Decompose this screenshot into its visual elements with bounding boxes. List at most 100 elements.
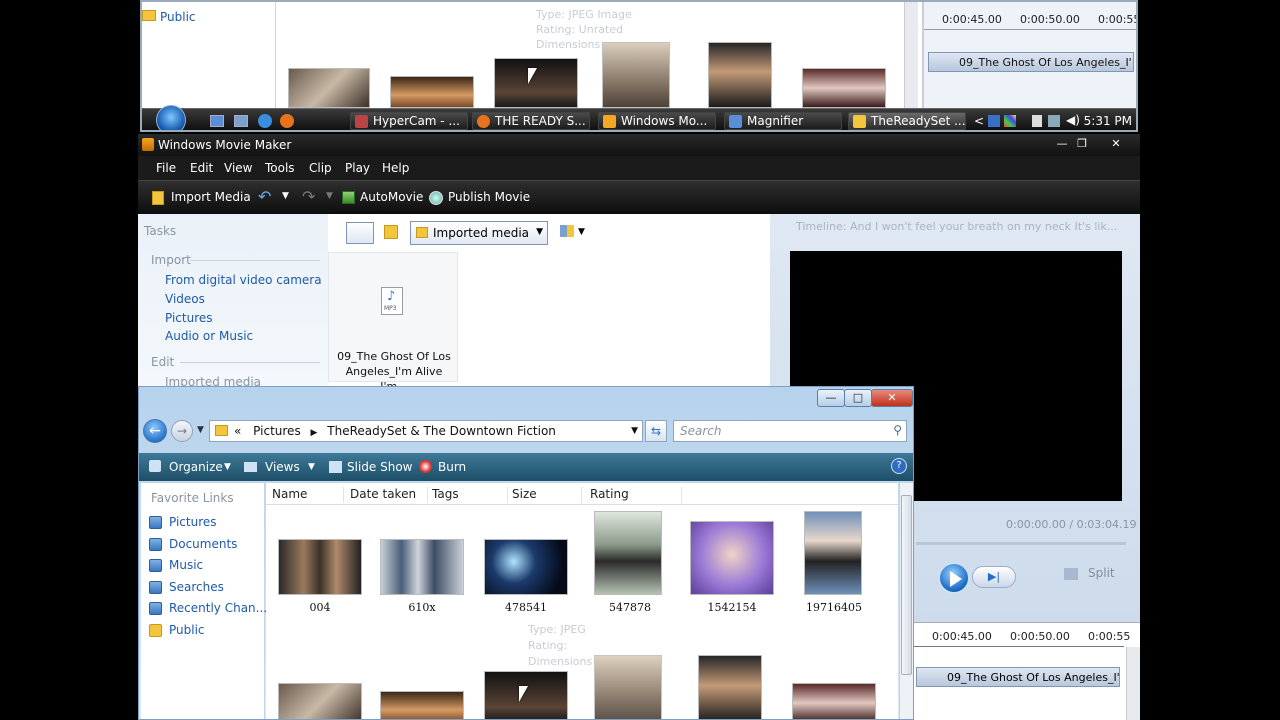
forward-button[interactable]: → [171, 420, 193, 442]
timeline-audio-clip[interactable]: 09_The Ghost Of Los Angeles_I' [928, 52, 1134, 72]
photo-thumbnail[interactable] [602, 42, 670, 108]
timeline-scrollbar[interactable] [1126, 647, 1140, 720]
minimize-button[interactable]: — [817, 389, 845, 407]
firefox-icon[interactable] [280, 114, 294, 128]
photo-thumbnail[interactable] [278, 539, 362, 595]
organize-dropdown-icon[interactable]: ▼ [224, 462, 231, 472]
nav-item-searches[interactable]: Searches [149, 580, 224, 594]
maximize-button[interactable]: ❐ [1068, 136, 1096, 152]
next-frame-button[interactable]: ▶| [972, 566, 1016, 588]
start-orb-icon[interactable] [156, 105, 186, 130]
column-header-name[interactable]: Name [272, 487, 344, 503]
import-media-button[interactable]: Import Media [171, 190, 251, 204]
breadcrumb-separator-icon[interactable]: ▶ [311, 428, 318, 438]
collection-dropdown[interactable]: Imported media ▼ [410, 221, 548, 245]
address-bar[interactable]: « Pictures ▶ TheReadySet & The Downtown … [209, 420, 643, 442]
photo-thumbnail[interactable] [792, 683, 876, 719]
menu-tools[interactable]: Tools [265, 161, 295, 175]
refresh-button[interactable]: ⇆ [645, 420, 667, 442]
nav-item-music[interactable]: Music [149, 558, 203, 572]
menu-view[interactable]: View [224, 161, 252, 175]
tray-expand-icon[interactable]: < [974, 114, 984, 128]
timeline-audio-clip[interactable]: 09_The Ghost Of Los Angeles_I'r [916, 667, 1120, 687]
switch-windows-icon[interactable] [234, 115, 248, 127]
address-dropdown-icon[interactable]: ▼ [631, 426, 638, 436]
help-icon[interactable]: ? [891, 458, 907, 474]
back-button[interactable]: ← [143, 419, 167, 443]
history-dropdown-icon[interactable]: ▼ [197, 425, 204, 435]
column-header-tags[interactable]: Tags [432, 487, 508, 503]
collections-folder-icon[interactable] [384, 225, 398, 239]
task-link-pictures[interactable]: Pictures [165, 311, 213, 325]
undo-dropdown-icon[interactable]: ▼ [282, 191, 289, 201]
automovie-button[interactable]: AutoMovie [360, 190, 423, 204]
column-header-date-taken[interactable]: Date taken [350, 487, 428, 503]
views-dropdown-icon[interactable]: ▼ [308, 462, 315, 472]
task-link-audio-music[interactable]: Audio or Music [165, 329, 253, 343]
scrollbar-thumb[interactable] [901, 495, 912, 675]
search-input[interactable]: Search ⚲ [673, 420, 907, 442]
menu-file[interactable]: File [156, 161, 176, 175]
tray-battery-icon[interactable] [1032, 115, 1042, 127]
split-button[interactable]: Split [1088, 566, 1115, 580]
views-button[interactable]: Views [265, 460, 300, 474]
show-desktop-icon[interactable] [210, 115, 224, 127]
taskbar-button-magnifier[interactable]: Magnifier [724, 112, 842, 130]
views-dropdown-icon[interactable]: ▼ [578, 227, 585, 237]
photo-thumbnail[interactable] [380, 691, 464, 719]
photo-thumbnail[interactable] [288, 68, 370, 108]
menu-play[interactable]: Play [345, 161, 370, 175]
photo-thumbnail[interactable] [380, 539, 464, 595]
nav-item-public[interactable]: Public [160, 10, 196, 24]
photo-thumbnail[interactable] [594, 511, 662, 595]
photo-thumbnail[interactable] [802, 68, 886, 108]
internet-explorer-icon[interactable] [258, 114, 272, 128]
task-link-videos[interactable]: Videos [165, 292, 205, 306]
taskbar-button-folder[interactable]: TheReadySet ... [848, 112, 966, 130]
breadcrumb-current-folder[interactable]: TheReadySet & The Downtown Fiction [327, 424, 556, 438]
seek-bar[interactable] [916, 542, 1126, 545]
photo-thumbnail[interactable] [278, 683, 362, 719]
menu-help[interactable]: Help [382, 161, 409, 175]
taskbar-button-hypercam[interactable]: HyperCam - ... [350, 112, 468, 130]
close-button[interactable]: ✕ [871, 389, 913, 407]
column-header-size[interactable]: Size [512, 487, 582, 503]
address-overflow-chevron[interactable]: « [234, 424, 241, 438]
photo-thumbnail[interactable] [804, 511, 862, 595]
play-button[interactable] [938, 562, 970, 594]
photo-thumbnail[interactable] [484, 539, 568, 595]
tray-app-icon[interactable] [1004, 115, 1016, 127]
tray-clock[interactable]: 5:31 PM [1084, 114, 1132, 128]
task-link-digital-video-camera[interactable]: From digital video camera [165, 273, 322, 287]
redo-dropdown-icon[interactable]: ▼ [326, 191, 333, 201]
taskbar-button-firefox[interactable]: THE READY S... [472, 112, 590, 130]
maximize-button[interactable]: □ [844, 389, 872, 407]
undo-icon[interactable]: ↶ [258, 187, 271, 206]
nav-item-public[interactable]: Public [149, 623, 205, 637]
menu-clip[interactable]: Clip [309, 161, 332, 175]
publish-movie-button[interactable]: Publish Movie [448, 190, 530, 204]
photo-thumbnail[interactable] [594, 655, 662, 719]
taskbar-button-movie-maker[interactable]: Windows Mo... [598, 112, 716, 130]
tray-network-icon[interactable] [1048, 115, 1060, 127]
tray-volume-icon[interactable]: ◀) [1066, 113, 1080, 127]
file-list-scrollbar[interactable] [899, 483, 913, 719]
redo-icon[interactable]: ↷ [302, 187, 315, 206]
organize-button[interactable]: Organize [169, 460, 223, 474]
column-header-rating[interactable]: Rating [590, 487, 682, 503]
photo-thumbnail[interactable] [390, 76, 474, 108]
window-title-bar[interactable]: Windows Movie Maker — ❐ ✕ [138, 134, 1140, 156]
slide-show-button[interactable]: Slide Show [347, 460, 412, 474]
search-icon[interactable]: ⚲ [893, 423, 902, 437]
photo-thumbnail[interactable] [690, 521, 774, 595]
nav-item-documents[interactable]: Documents [149, 537, 237, 551]
menu-edit[interactable]: Edit [190, 161, 213, 175]
top-scrollbar[interactable] [904, 2, 918, 112]
photo-thumbnail[interactable] [698, 655, 762, 719]
close-button[interactable]: ✕ [1102, 136, 1130, 152]
views-icon[interactable] [560, 225, 574, 237]
photo-thumbnail[interactable] [708, 42, 772, 108]
breadcrumb-pictures[interactable]: Pictures [253, 424, 301, 438]
tray-language-icon[interactable] [988, 115, 1000, 127]
details-view-icon[interactable] [346, 222, 374, 244]
